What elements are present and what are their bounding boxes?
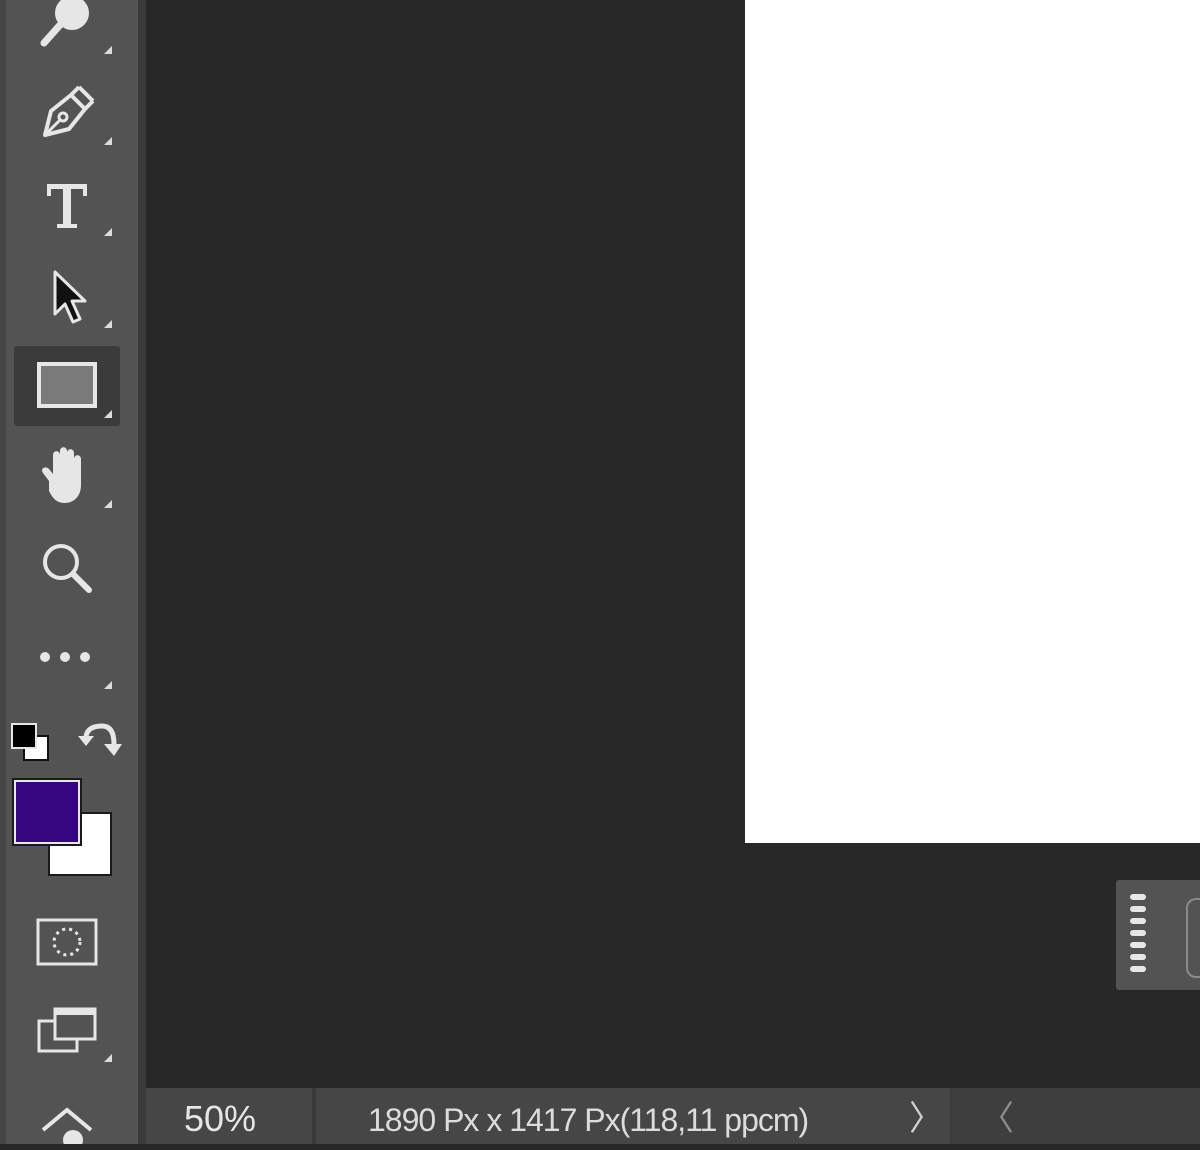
panel-grip-icon xyxy=(1130,894,1146,972)
panel-tab-edge[interactable] xyxy=(1186,898,1200,978)
quick-mask-icon xyxy=(36,918,98,966)
swap-colors-button[interactable] xyxy=(76,718,122,764)
edit-toolbar-button[interactable] xyxy=(14,617,120,697)
flyout-indicator xyxy=(104,46,112,54)
type-icon xyxy=(47,184,87,228)
home-warning-icon xyxy=(41,1107,93,1144)
default-colors-button[interactable] xyxy=(8,720,52,764)
path-selection-tool[interactable] xyxy=(14,256,120,336)
swap-colors-icon xyxy=(78,723,122,756)
flyout-indicator xyxy=(104,500,112,508)
more-dots-icon xyxy=(40,652,90,662)
pen-icon xyxy=(43,85,95,137)
flyout-indicator xyxy=(104,681,112,689)
hand-tool[interactable] xyxy=(14,436,120,516)
document-info: 1890 Px x 1417 Px(118,11 ppcm) xyxy=(316,1088,902,1144)
tools-panel-divider xyxy=(138,0,146,1144)
cut-off-tool[interactable] xyxy=(14,1100,120,1144)
status-menu-arrow[interactable]: 〉 xyxy=(902,1088,950,1144)
spot-healing-tool[interactable] xyxy=(14,0,120,62)
quick-mask-button[interactable] xyxy=(14,902,120,982)
hand-icon xyxy=(42,447,81,503)
collapsed-panel-dock[interactable] xyxy=(1116,880,1200,990)
zoom-icon xyxy=(43,544,92,593)
flyout-indicator xyxy=(104,1054,112,1062)
type-tool[interactable] xyxy=(14,164,120,244)
path-selection-arrow-icon xyxy=(53,270,87,324)
document-canvas[interactable] xyxy=(745,0,1200,843)
foreground-color-swatch[interactable] xyxy=(12,778,82,846)
zoom-level-field[interactable]: 50% xyxy=(146,1088,312,1144)
status-bar: 50% 1890 Px x 1417 Px(118,11 ppcm) 〉 〈 xyxy=(146,1088,1200,1144)
zoom-tool[interactable] xyxy=(14,528,120,608)
flyout-indicator xyxy=(104,228,112,236)
spot-healing-icon xyxy=(40,0,89,47)
flyout-indicator xyxy=(104,410,112,418)
default-colors-icon xyxy=(11,723,49,761)
pen-tool[interactable] xyxy=(14,73,120,153)
tools-panel-edge xyxy=(0,0,6,1144)
screen-mode-button[interactable] xyxy=(14,990,120,1070)
screen-mode-icon xyxy=(37,1007,97,1053)
scroll-left-arrow[interactable]: 〈 xyxy=(952,1088,1200,1144)
tools-panel xyxy=(0,0,140,1144)
flyout-indicator xyxy=(104,137,112,145)
flyout-indicator xyxy=(104,320,112,328)
rectangle-tool[interactable] xyxy=(14,346,120,426)
rectangle-icon xyxy=(37,362,97,408)
